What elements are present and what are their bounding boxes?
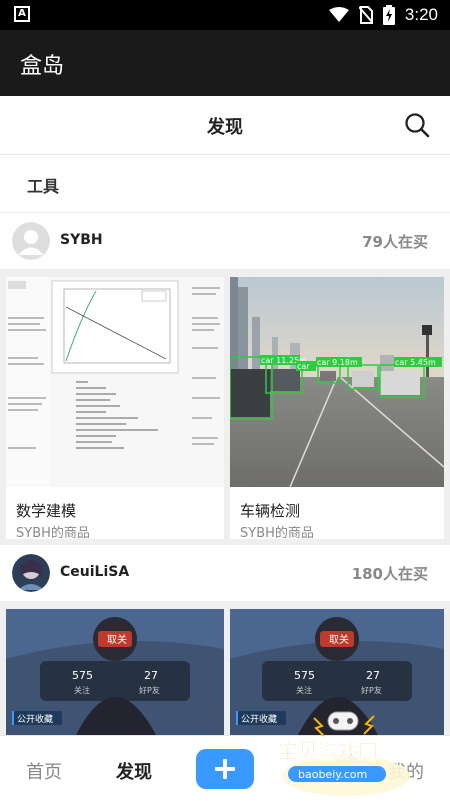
clock: 3:20 xyxy=(404,5,438,24)
seller-row[interactable]: SYBH 79人在买 xyxy=(0,213,450,269)
stat-label: 关注 xyxy=(74,685,90,695)
app-notification-icon: A xyxy=(14,6,30,22)
seller-name[interactable]: CeuiLiSA xyxy=(60,564,129,580)
product-card[interactable]: car 11.25m car car 9.18m car 5.45m 车辆检测 … xyxy=(230,277,444,539)
page-header: 发现 xyxy=(0,96,450,155)
product-thumbnail xyxy=(6,277,224,487)
product-title: 车辆检测 xyxy=(240,502,301,520)
stat-label: 关注 xyxy=(296,685,312,695)
tools-label: 工具 xyxy=(27,177,60,196)
stat-value: 27 xyxy=(366,669,380,682)
wifi-icon xyxy=(328,7,349,22)
product-grid: 数学建模 SYBH的商品 car 11.25m car car 9.18m ca… xyxy=(0,269,450,545)
collection-tag: 公开收藏 xyxy=(241,713,277,725)
default-avatar-icon[interactable] xyxy=(12,222,50,260)
nav-home[interactable]: 首页 xyxy=(26,758,62,784)
page-title: 发现 xyxy=(207,117,243,138)
product-subtitle: SYBH的商品 xyxy=(240,526,314,539)
stat-value: 575 xyxy=(294,669,315,682)
watermark-text: 宝贝游戏网 xyxy=(278,739,378,763)
watermark-url: baobeiy.com xyxy=(298,768,367,781)
collection-tag: 公开收藏 xyxy=(17,713,53,725)
plus-icon xyxy=(215,759,235,779)
seller-name[interactable]: SYBH xyxy=(60,232,103,248)
stat-label: 好P友 xyxy=(361,685,382,695)
detection-label: car 9.18m xyxy=(317,358,358,367)
site-watermark: 宝贝游戏网 baobeiy.com xyxy=(278,711,410,796)
status-bar: A 3:20 xyxy=(0,0,450,30)
product-card[interactable]: 数学建模 SYBH的商品 xyxy=(6,277,224,539)
add-button[interactable] xyxy=(196,749,254,789)
detection-label: car 5.45m xyxy=(395,358,436,367)
unfollow-button: 取关 xyxy=(107,633,127,646)
seller-row[interactable]: CeuiLiSA 180人在买 xyxy=(0,545,450,601)
nav-discover[interactable]: 发现 xyxy=(116,758,152,784)
battery-charging-icon xyxy=(382,5,395,25)
search-icon[interactable] xyxy=(404,112,430,138)
product-title: 数学建模 xyxy=(16,502,77,520)
product-card[interactable]: 取关 575 关注 27 好P友 公开收藏 xyxy=(6,609,224,735)
stat-value: 27 xyxy=(144,669,158,682)
buyers-count: 180人在买 xyxy=(351,565,428,583)
no-sim-icon xyxy=(358,6,373,24)
product-subtitle: SYBH的商品 xyxy=(16,526,90,539)
unfollow-button: 取关 xyxy=(329,633,349,646)
stat-label: 好P友 xyxy=(139,685,160,695)
stat-value: 575 xyxy=(72,669,93,682)
tools-row[interactable]: 工具 xyxy=(0,155,450,213)
product-thumbnail: car 11.25m car car 9.18m car 5.45m xyxy=(230,277,444,487)
app-bar: 盒岛 xyxy=(0,30,450,96)
product-thumbnail: 取关 575 关注 27 好P友 公开收藏 xyxy=(6,609,224,735)
app-title: 盒岛 xyxy=(20,54,65,79)
user-avatar[interactable] xyxy=(12,554,50,592)
buyers-count: 79人在买 xyxy=(362,233,428,251)
detection-label: car xyxy=(297,362,310,371)
